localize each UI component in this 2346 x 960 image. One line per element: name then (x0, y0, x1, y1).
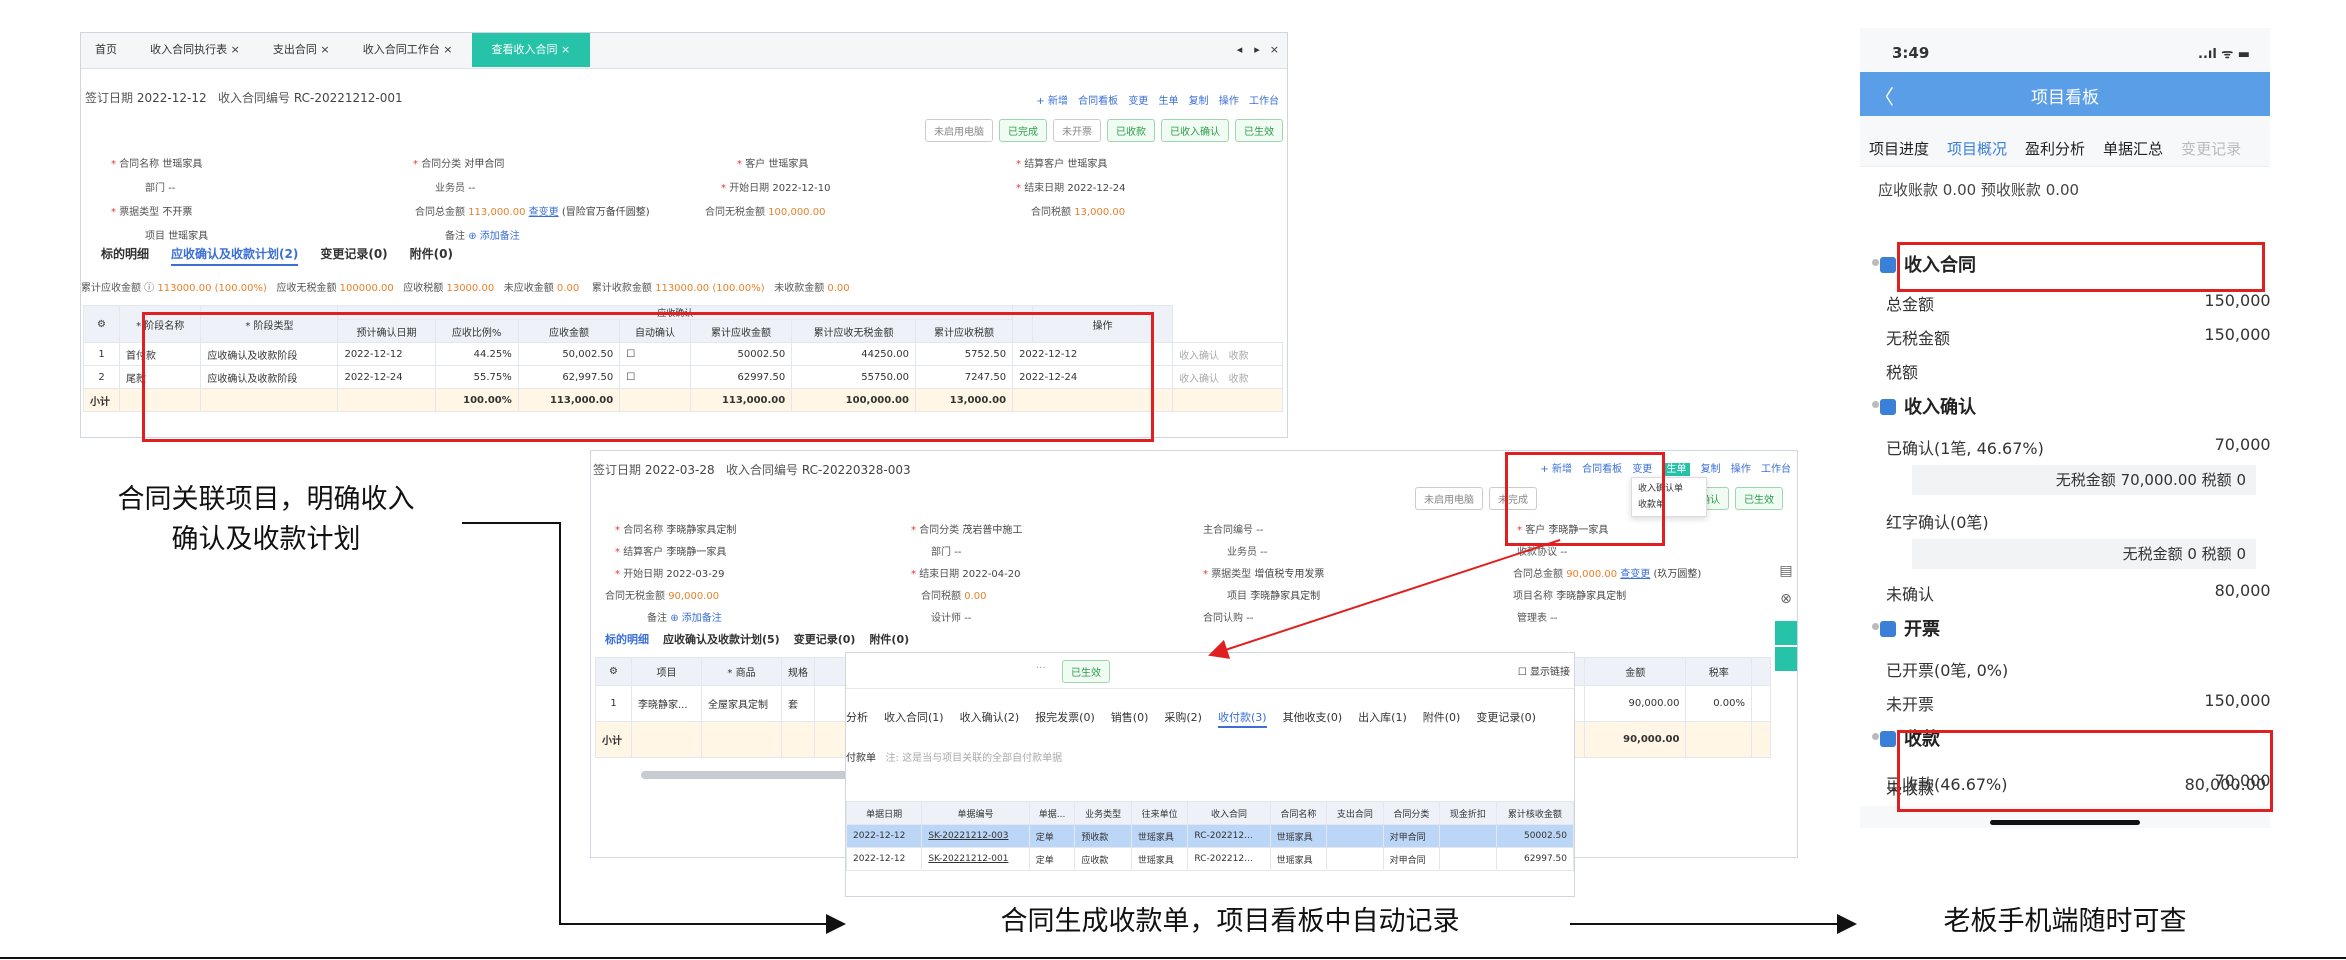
list-item: 未确认80,000.00 (1886, 581, 2270, 604)
mobile-tab[interactable]: 变更记录 (2172, 138, 2250, 159)
highlight-receipt (1897, 730, 2273, 812)
list-item: 无税金额150,000.00 (1886, 325, 2270, 348)
top-balance: 应收账款 0.00 预收账款 0.00 (1878, 181, 2080, 199)
list-item: 已开票(0笔, 0%)0 (1886, 661, 2009, 680)
list-item: 税额0 (1886, 363, 1919, 382)
mobile-tab[interactable]: 单据汇总 (2094, 138, 2172, 159)
mobile-tab-active[interactable]: 项目概况 (1938, 138, 2016, 159)
list-item: 红字确认(0笔)0 (1886, 513, 1989, 532)
list-item: 未开票150,000.00 (1886, 691, 2270, 714)
confirm-icon (1880, 399, 1896, 415)
receipt-icon (1880, 731, 1896, 747)
mobile-tab[interactable]: 盈利分析 (2016, 138, 2094, 159)
mobile-screen: 3:49 ..ıl ᯤ ▬ 〈 项目看板 项目进度 项目概况 盈利分析 单据汇总 变更记… (1860, 28, 2270, 828)
status-time: 3:49 (1892, 44, 1930, 62)
section-invoice: 开票 (1880, 615, 1940, 641)
section-income-confirm: 收入确认 (1880, 393, 1976, 419)
status-icons: ..ıl ᯤ ▬ (2198, 47, 2250, 62)
note-box: 无税金额 0 税额 0 (1912, 539, 2256, 569)
note-box: 无税金额 70,000.00 税额 0 (1912, 465, 2256, 495)
list-item: 已确认(1笔, 46.67%)70,000.00 (1886, 435, 2270, 458)
mobile-tabs: 项目进度 项目概况 盈利分析 单据汇总 变更记录 (1860, 138, 2270, 159)
contract-icon (1880, 257, 1896, 273)
annotation-right: 老板手机端随时可查 (1943, 906, 2187, 937)
mobile-tab[interactable]: 项目进度 (1860, 138, 1938, 159)
highlight-total (1897, 242, 2265, 292)
list-item: 总金额150,000.00 (1886, 291, 2270, 314)
home-indicator[interactable] (1990, 820, 2140, 825)
invoice-icon (1880, 621, 1896, 637)
annotation-middle: 合同生成收款单，项目看板中自动记录 (1000, 906, 1460, 937)
mobile-header: 〈 项目看板 (1860, 72, 2270, 116)
annotation-left: 合同关联项目，明确收入 确认及收款计划 (117, 484, 415, 555)
mobile-title: 项目看板 (2031, 88, 2099, 108)
